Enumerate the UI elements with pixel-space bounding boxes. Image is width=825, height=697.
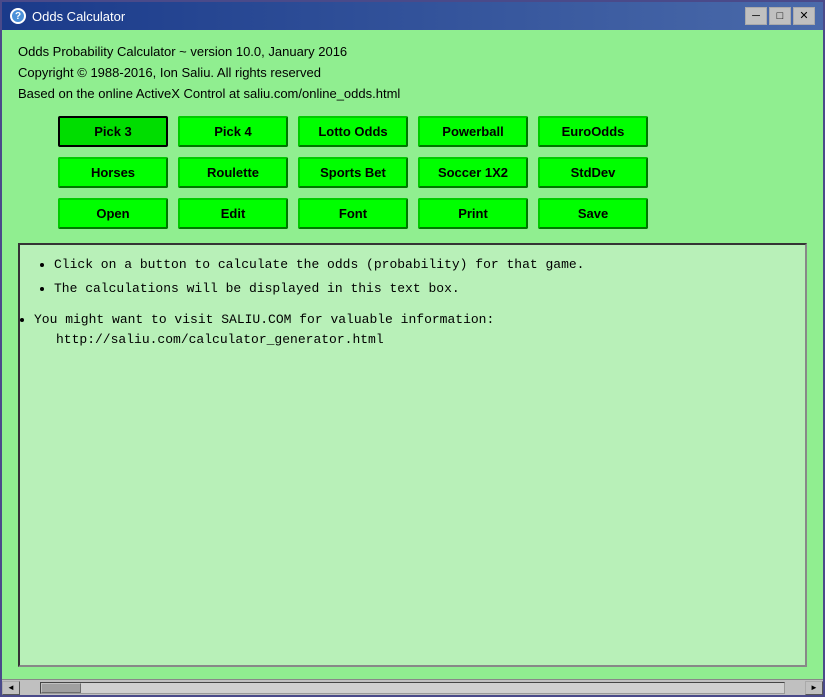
- scrollbar-thumb[interactable]: [41, 683, 81, 693]
- soccer-button[interactable]: Soccer 1X2: [418, 157, 528, 188]
- content-area: Odds Probability Calculator ~ version 10…: [2, 30, 823, 679]
- horses-button[interactable]: Horses: [58, 157, 168, 188]
- euroodds-button[interactable]: EuroOdds: [538, 116, 648, 147]
- sports-bet-button[interactable]: Sports Bet: [298, 157, 408, 188]
- scroll-left-button[interactable]: ◄: [2, 681, 20, 695]
- header-line3: Based on the online ActiveX Control at s…: [18, 84, 807, 105]
- title-bar: ? Odds Calculator ─ □ ✕: [2, 2, 823, 30]
- powerball-button[interactable]: Powerball: [418, 116, 528, 147]
- button-row-1: Pick 3 Pick 4 Lotto Odds Powerball EuroO…: [18, 116, 807, 147]
- window-title: Odds Calculator: [32, 9, 125, 24]
- scroll-right-button[interactable]: ►: [805, 681, 823, 695]
- pick4-button[interactable]: Pick 4: [178, 116, 288, 147]
- print-button[interactable]: Print: [418, 198, 528, 229]
- instruction-line1: Click on a button to calculate the odds …: [54, 255, 791, 275]
- button-row-3: Open Edit Font Print Save: [18, 198, 807, 229]
- open-button[interactable]: Open: [58, 198, 168, 229]
- saliu-note: You might want to visit SALIU.COM for va…: [34, 310, 791, 349]
- minimize-button[interactable]: ─: [745, 7, 767, 25]
- title-bar-left: ? Odds Calculator: [10, 8, 125, 24]
- pick3-button[interactable]: Pick 3: [58, 116, 168, 147]
- header-line2: Copyright © 1988-2016, Ion Saliu. All ri…: [18, 63, 807, 84]
- font-button[interactable]: Font: [298, 198, 408, 229]
- stddev-button[interactable]: StdDev: [538, 157, 648, 188]
- main-window: ? Odds Calculator ─ □ ✕ Odds Probability…: [0, 0, 825, 697]
- header-line1: Odds Probability Calculator ~ version 10…: [18, 42, 807, 63]
- lotto-odds-button[interactable]: Lotto Odds: [298, 116, 408, 147]
- button-row-2: Horses Roulette Sports Bet Soccer 1X2 St…: [18, 157, 807, 188]
- horizontal-scrollbar[interactable]: ◄ ►: [2, 679, 823, 695]
- window-icon: ?: [10, 8, 26, 24]
- header-text: Odds Probability Calculator ~ version 10…: [18, 42, 807, 104]
- text-area-content: Click on a button to calculate the odds …: [34, 255, 791, 349]
- edit-button[interactable]: Edit: [178, 198, 288, 229]
- saliu-url: http://saliu.com/calculator_generator.ht…: [34, 330, 791, 350]
- title-bar-controls: ─ □ ✕: [745, 7, 815, 25]
- scrollbar-track[interactable]: [40, 682, 785, 694]
- roulette-button[interactable]: Roulette: [178, 157, 288, 188]
- maximize-button[interactable]: □: [769, 7, 791, 25]
- close-button[interactable]: ✕: [793, 7, 815, 25]
- save-button[interactable]: Save: [538, 198, 648, 229]
- instruction-line2: The calculations will be displayed in th…: [54, 279, 791, 299]
- output-text-area[interactable]: Click on a button to calculate the odds …: [18, 243, 807, 667]
